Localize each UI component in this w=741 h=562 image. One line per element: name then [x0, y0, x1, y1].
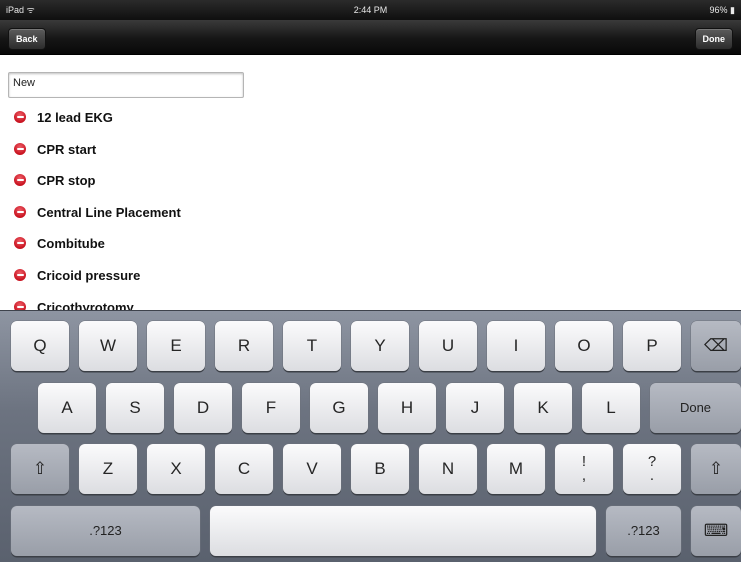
key-o[interactable]: O: [555, 321, 613, 371]
new-item-field[interactable]: New: [8, 72, 244, 98]
delete-icon[interactable]: [14, 111, 26, 123]
key-s[interactable]: S: [106, 383, 164, 433]
list-item-label: 12 lead EKG: [37, 109, 113, 125]
key-i[interactable]: I: [487, 321, 545, 371]
key-g[interactable]: G: [310, 383, 368, 433]
list-item-label: Cricothyrotomy: [37, 299, 134, 311]
hide-keyboard-key[interactable]: ⌨: [691, 506, 741, 556]
back-button[interactable]: Back: [8, 28, 46, 50]
status-time: 2:44 PM: [353, 5, 388, 15]
delete-icon[interactable]: [14, 301, 26, 310]
list-item[interactable]: Cricothyrotomy: [14, 297, 134, 310]
shift-key-right[interactable]: ⇧: [691, 444, 741, 494]
list-item[interactable]: Cricoid pressure: [14, 265, 140, 285]
key-m[interactable]: M: [487, 444, 545, 494]
list-item-label: Cricoid pressure: [37, 267, 141, 283]
key-k[interactable]: K: [514, 383, 572, 433]
key-comma-label: ,: [581, 467, 587, 484]
key-u[interactable]: U: [419, 321, 477, 371]
onscreen-keyboard: Q W E R T Y U I O P ⌫ A S D F G H J K L …: [0, 310, 741, 562]
key-l[interactable]: L: [582, 383, 640, 433]
key-z[interactable]: Z: [79, 444, 137, 494]
shift-key-left[interactable]: ⇧: [11, 444, 69, 494]
key-f[interactable]: F: [242, 383, 300, 433]
key-c[interactable]: C: [215, 444, 273, 494]
status-bar: iPad ᯤ 2:44 PM 96% ▮: [0, 0, 741, 20]
key-exclamation-comma[interactable]: ! ,: [555, 444, 613, 494]
delete-icon[interactable]: [14, 269, 26, 281]
key-r[interactable]: R: [215, 321, 273, 371]
delete-icon[interactable]: [14, 237, 26, 249]
key-a[interactable]: A: [38, 383, 96, 433]
delete-icon[interactable]: [14, 143, 26, 155]
list-item[interactable]: CPR stop: [14, 170, 96, 190]
key-d[interactable]: D: [174, 383, 232, 433]
key-p[interactable]: P: [623, 321, 681, 371]
key-y[interactable]: Y: [351, 321, 409, 371]
navigation-bar: Back Done: [0, 20, 741, 55]
list-item[interactable]: 12 lead EKG: [14, 107, 113, 127]
numbers-key-right[interactable]: .?123: [606, 506, 681, 556]
list-item[interactable]: Central Line Placement: [14, 202, 181, 222]
list-item-label: CPR start: [37, 141, 97, 157]
key-e[interactable]: E: [147, 321, 205, 371]
done-key[interactable]: Done: [650, 383, 741, 433]
shift-icon: ⇧: [32, 459, 48, 478]
list-content: New 12 lead EKG CPR start CPR stop Centr…: [0, 56, 741, 310]
key-period-label: .: [649, 467, 655, 484]
key-q[interactable]: Q: [11, 321, 69, 371]
list-item-label: Combitube: [37, 235, 105, 251]
battery-indicator: 96% ▮: [709, 5, 735, 15]
backspace-key[interactable]: ⌫: [691, 321, 741, 371]
key-w[interactable]: W: [79, 321, 137, 371]
key-h[interactable]: H: [378, 383, 436, 433]
key-t[interactable]: T: [283, 321, 341, 371]
key-j[interactable]: J: [446, 383, 504, 433]
space-bar[interactable]: [210, 506, 596, 556]
key-question-period[interactable]: ? .: [623, 444, 681, 494]
list-item[interactable]: Combitube: [14, 233, 105, 253]
shift-icon: ⇧: [708, 459, 724, 478]
key-x[interactable]: X: [147, 444, 205, 494]
delete-icon[interactable]: [14, 206, 26, 218]
key-b[interactable]: B: [351, 444, 409, 494]
done-button[interactable]: Done: [694, 28, 733, 50]
keyboard-icon: ⌨: [703, 521, 729, 540]
delete-icon[interactable]: [14, 174, 26, 186]
key-v[interactable]: V: [283, 444, 341, 494]
backspace-icon: ⌫: [703, 336, 729, 355]
numbers-key-left[interactable]: .?123: [11, 506, 200, 556]
list-item-label: CPR stop: [37, 172, 96, 188]
list-item-label: Central Line Placement: [37, 204, 181, 220]
key-n[interactable]: N: [419, 444, 477, 494]
list-item[interactable]: CPR start: [14, 139, 96, 159]
